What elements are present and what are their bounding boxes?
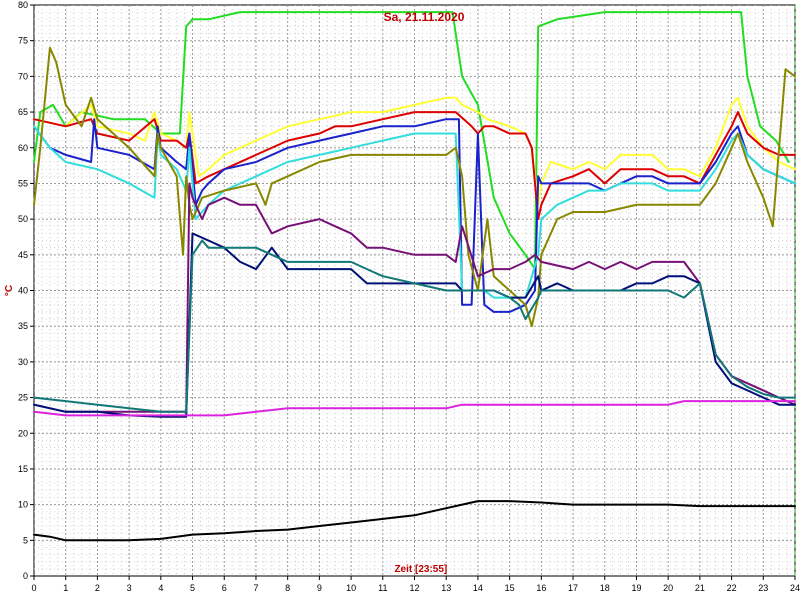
y-tick-label: 75 — [18, 36, 28, 46]
y-tick-label: 25 — [18, 393, 28, 403]
y-tick-label: 10 — [18, 500, 28, 510]
x-tick-label: 12 — [409, 583, 419, 593]
x-axis-title: Zeit [23:55] — [394, 564, 447, 575]
x-tick-label: 1 — [63, 583, 68, 593]
x-tick-label: 18 — [600, 583, 610, 593]
x-tick-label: 13 — [441, 583, 451, 593]
y-tick-label: 20 — [18, 428, 28, 438]
x-tick-label: 11 — [378, 583, 387, 593]
x-tick-label: 7 — [253, 583, 258, 593]
y-tick-label: 45 — [18, 250, 28, 260]
x-tick-label: 3 — [127, 583, 132, 593]
y-tick-label: 50 — [18, 214, 28, 224]
y-tick-label: 60 — [18, 143, 28, 153]
x-tick-label: 19 — [631, 583, 641, 593]
y-tick-label: 55 — [18, 178, 28, 188]
y-tick-label: 0 — [23, 571, 28, 581]
x-tick-label: 6 — [222, 583, 227, 593]
x-tick-label: 9 — [317, 583, 322, 593]
x-tick-label: 8 — [285, 583, 290, 593]
y-tick-label: 65 — [18, 107, 28, 117]
y-tick-label: 35 — [18, 321, 28, 331]
x-tick-label: 0 — [31, 583, 36, 593]
x-tick-label: 2 — [95, 583, 100, 593]
y-tick-label: 80 — [18, 0, 28, 10]
y-tick-label: 30 — [18, 357, 28, 367]
chart-root: 0 1 2 3 4 5 6 7 8 9 10 11 12 13 14 15 16 17 18 19 20 21 22 23 24… — [0, 0, 800, 600]
x-tick-label: 17 — [568, 583, 578, 593]
y-tick-label: 5 — [23, 535, 28, 545]
x-tick-label: 20 — [663, 583, 673, 593]
line-chart: 0 1 2 3 4 5 6 7 8 9 10 11 12 13 14 15 16 17 18 19 20 21 22 23 24… — [4, 0, 800, 593]
y-tick-label: 40 — [18, 286, 28, 296]
y-tick-label: 70 — [18, 71, 28, 81]
y-axis-title: °C — [4, 285, 15, 296]
x-tick-label: 5 — [190, 583, 195, 593]
x-tick-label: 15 — [505, 583, 515, 593]
x-tick-label: 14 — [473, 583, 483, 593]
x-tick-label: 21 — [695, 583, 705, 593]
x-tick-label: 10 — [346, 583, 356, 593]
chart-title: Sa, 21.11.2020 — [384, 10, 465, 24]
x-tick-label: 23 — [758, 583, 768, 593]
y-tick-label: 15 — [18, 464, 28, 474]
x-tick-label: 24 — [790, 583, 800, 593]
x-tick-label: 4 — [158, 583, 163, 593]
x-tick-label: 16 — [536, 583, 546, 593]
x-tick-label: 22 — [727, 583, 737, 593]
